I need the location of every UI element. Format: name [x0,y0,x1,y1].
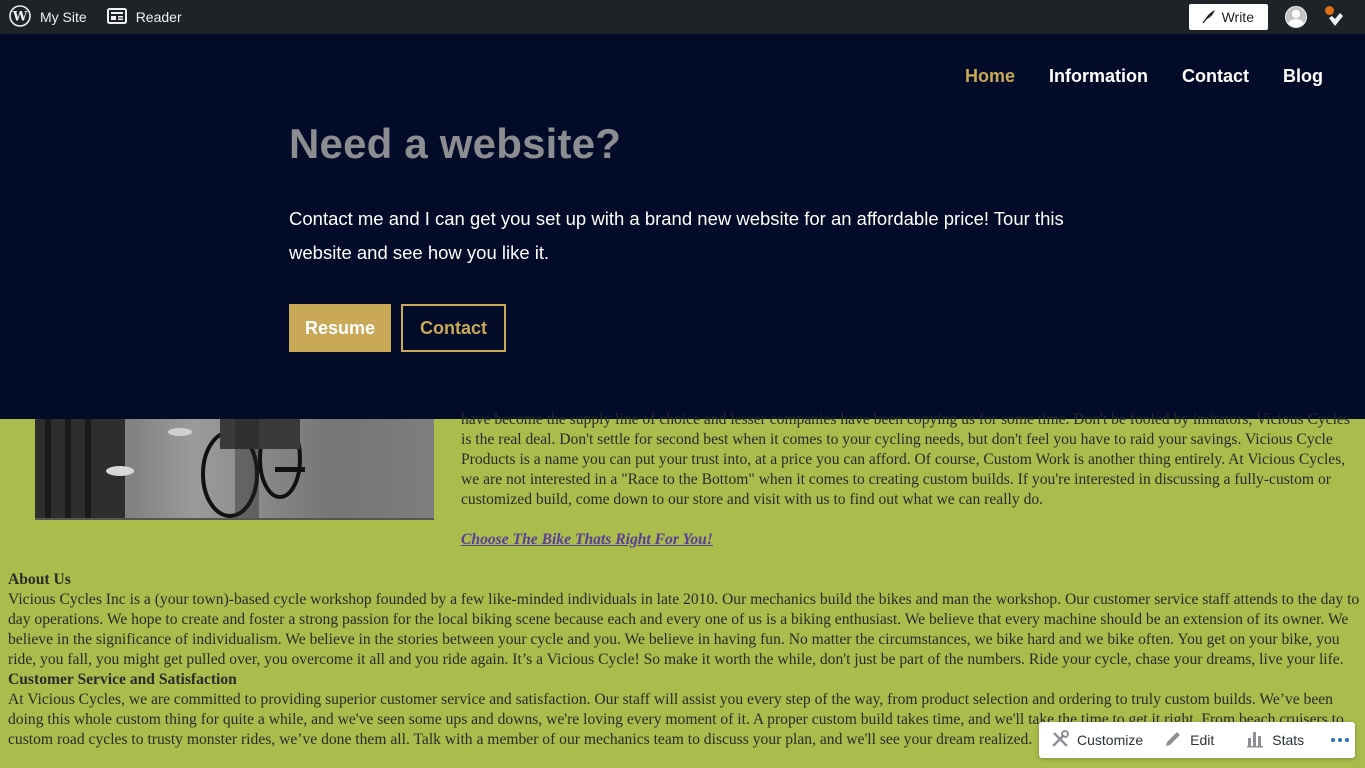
intro-column: have become the supply line of choice an… [461,410,1361,570]
hero-description: Contact me and I can get you set up with… [289,208,1064,263]
edit-label: Edit [1190,732,1215,748]
about-heading: About Us [8,571,71,588]
hero-buttons: Resume Contact [289,304,507,352]
wordpress-logo-icon: W [9,4,31,30]
notification-dot [1325,6,1334,15]
reader-label: Reader [135,9,182,25]
write-label: Write [1221,9,1254,25]
cyclist-photo [35,419,434,520]
admin-bar: W My Site Reader Write [0,0,1365,34]
edit-button[interactable]: Edit [1164,722,1214,758]
intro-paragraph: have become the supply line of choice an… [461,411,1350,508]
contact-button[interactable]: Contact [401,304,507,352]
nav-item-information[interactable]: Information [1049,66,1148,87]
notifications-button[interactable] [1325,6,1345,28]
more-options-icon[interactable] [1331,738,1350,742]
choose-bike-link[interactable]: Choose The Bike Thats Right For You! [461,531,713,548]
service-heading: Customer Service and Satisfaction [8,671,237,688]
hero-section: Home Information Contact Blog Need a web… [0,34,1365,419]
write-button[interactable]: Write [1188,4,1268,30]
customize-button[interactable]: Customize [1039,722,1143,758]
pencil-icon [1164,730,1182,751]
about-text: Vicious Cycles Inc is a (your town)-base… [8,591,1360,668]
bar-chart-icon [1246,730,1264,751]
avatar[interactable] [1285,6,1307,28]
reader-link[interactable]: Reader [106,0,192,34]
nav-item-blog[interactable]: Blog [1283,66,1323,87]
stats-label: Stats [1272,732,1305,748]
hero-title: Need a website? [289,120,622,167]
resume-button[interactable]: Resume [289,304,392,352]
my-site-label: My Site [40,9,87,25]
admin-bar-left: W My Site Reader [0,0,192,34]
my-site-link[interactable]: W My Site [0,0,107,34]
main-navigation: Home Information Contact Blog [965,66,1323,87]
svg-text:W: W [12,9,28,24]
admin-bar-right: Write [1188,0,1365,34]
quill-icon [1202,9,1216,26]
nav-item-contact[interactable]: Contact [1182,66,1249,87]
tools-icon [1051,729,1069,751]
stats-button[interactable]: Stats [1246,722,1304,758]
reader-icon [106,7,127,27]
floating-toolbar: Customize Edit Stats [1039,722,1355,758]
customize-label: Customize [1077,732,1144,748]
nav-item-home[interactable]: Home [965,66,1015,87]
